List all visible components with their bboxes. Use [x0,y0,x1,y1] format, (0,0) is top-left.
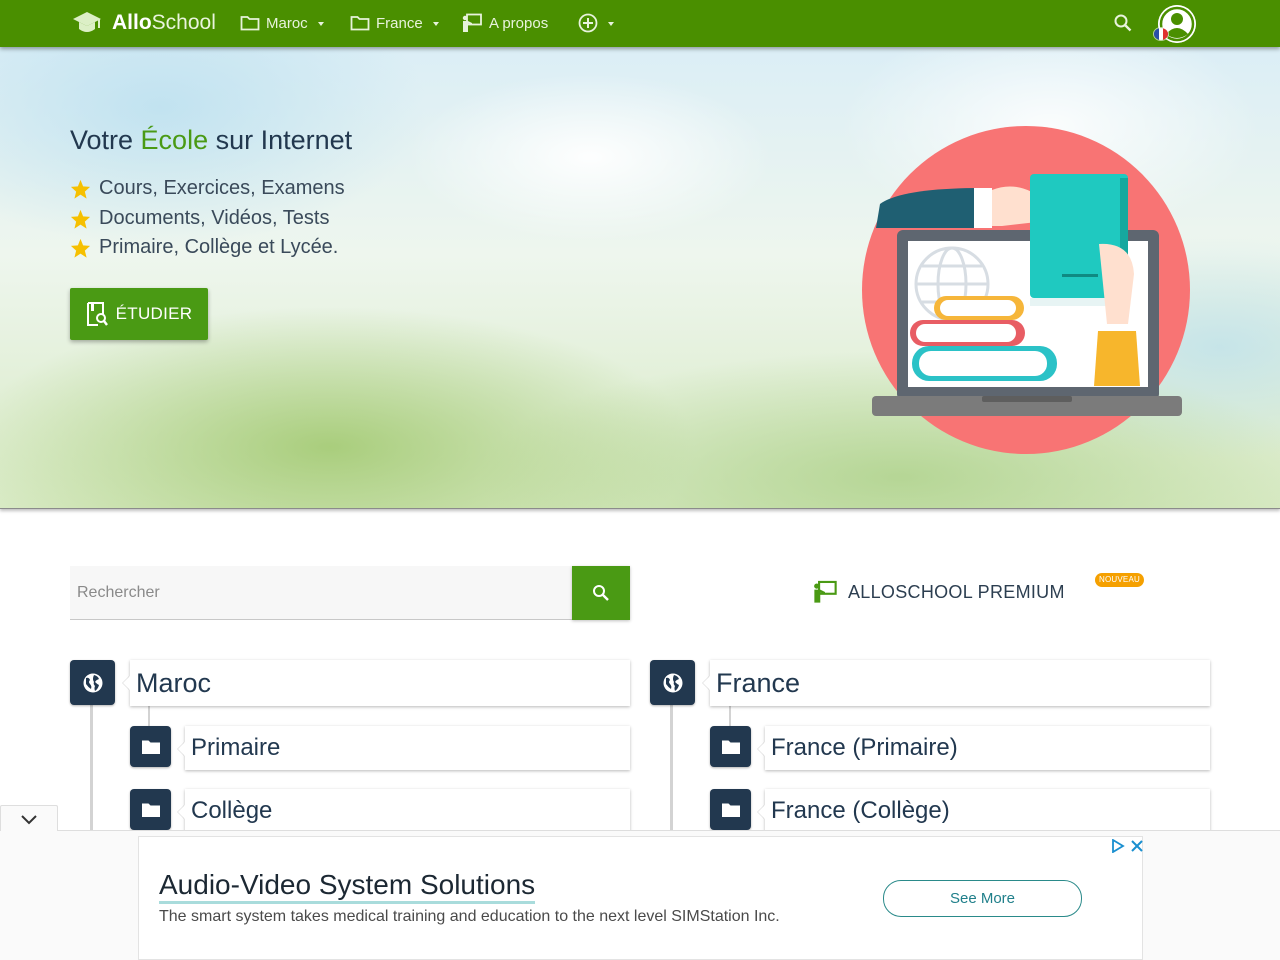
tree-node-france-primaire-label: France (Primaire) [771,734,958,761]
globe-icon [83,673,102,692]
brand-logo[interactable]: AlloSchool [72,9,216,37]
maroc-node-icon[interactable] [70,660,115,705]
tree-node-college-label: Collège [191,797,273,824]
nav-menu-maroc[interactable]: Maroc [240,12,324,34]
plus-circle-icon [578,13,598,33]
tree-node-maroc-label: Maroc [136,667,212,698]
ad-headline[interactable]: Audio-Video System Solutions [159,869,536,904]
hero-title-highlight: École [140,125,209,155]
book-search-icon [86,302,108,326]
close-icon[interactable] [1131,840,1143,852]
tree-node-france-label: France [716,667,801,698]
folder-icon [721,740,740,754]
ad-choices-icon[interactable] [1111,839,1125,853]
top-navbar: AlloSchool Maroc France A propos [0,0,1280,47]
hero-title: Votre École sur Internet [70,125,352,156]
tree-connector [670,705,673,835]
folder-icon [141,803,160,817]
hero-feature-text: Cours, Exercices, Examens [99,177,345,199]
nav-menu-france-label: France [376,14,423,32]
search-icon [1114,14,1132,32]
hero-banner: Votre École sur Internet Cours, Exercice… [0,47,1280,509]
study-button-label: ÉTUDIER [115,304,193,323]
nav-menu-maroc-label: Maroc [266,14,308,32]
brand-name: AlloSchool [112,11,216,35]
chevron-down-icon [317,22,324,26]
folder-icon [240,16,260,31]
tree-node-maroc[interactable]: Maroc [130,660,630,706]
hero-feature: Cours, Exercices, Examens [70,177,345,200]
study-button[interactable]: ÉTUDIER [70,288,208,340]
presenter-icon [814,580,837,603]
search-bar [70,566,630,620]
folder-icon [141,740,160,754]
france-node-icon[interactable] [650,660,695,705]
hero-feature: Primaire, Collège et Lycée. [70,236,338,259]
star-icon [70,179,91,199]
search-submit-button[interactable] [572,566,630,620]
france-college-node-icon[interactable] [710,789,751,830]
new-badge: NOUVEAU [1095,573,1144,587]
globe-icon [663,673,682,692]
tree-node-primaire-label: Primaire [191,734,281,761]
ad-choices [1111,839,1143,853]
college-node-icon[interactable] [130,789,171,830]
chevron-down-icon [21,814,37,824]
tree-node-primaire[interactable]: Primaire [185,726,630,770]
ad-collapse-toggle[interactable] [0,805,58,831]
nav-search-button[interactable] [1112,12,1134,34]
star-icon [70,209,91,229]
hero-feature-text: Primaire, Collège et Lycée. [99,236,339,258]
nav-link-a-propos-label: A propos [489,14,549,32]
tree-node-france[interactable]: France [710,660,1210,706]
premium-label: ALLOSCHOOL PREMIUM [848,581,1065,602]
chevron-down-icon [608,22,614,26]
france-primaire-node-icon[interactable] [710,726,751,767]
chevron-down-icon [432,22,439,26]
brand-name-bold: Allo [112,11,152,34]
nav-add-menu[interactable] [578,12,614,34]
presenter-icon [462,13,482,32]
tree-node-france-college-label: France (Collège) [771,797,950,824]
tree-connector [729,705,731,727]
hero-feature-text: Documents, Vidéos, Tests [99,207,330,229]
search-icon [593,585,609,601]
tree-node-college[interactable]: Collège [185,789,630,833]
premium-link[interactable]: ALLOSCHOOL PREMIUM [812,578,1065,606]
star-icon [70,238,91,258]
tree-node-france-college[interactable]: France (Collège) [765,789,1210,833]
tree-connector [148,705,150,727]
primaire-node-icon[interactable] [130,726,171,767]
search-input[interactable] [70,566,572,620]
laptop-books-illustration [862,126,1190,454]
hero-title-start: Votre [70,125,141,155]
brand-name-light: School [151,11,216,34]
ad-description: The smart system takes medical training … [159,908,780,925]
hero-feature: Documents, Vidéos, Tests [70,207,330,230]
ad-see-more-button[interactable]: See More [883,880,1082,917]
language-flag-icon[interactable] [1154,28,1168,40]
graduation-cap-icon [73,12,101,32]
folder-icon [350,16,370,31]
tree-connector [90,705,93,835]
tree-node-france-primaire[interactable]: France (Primaire) [765,726,1210,770]
nav-menu-france[interactable]: France [350,12,439,34]
nav-link-a-propos[interactable]: A propos [461,12,548,34]
folder-icon [721,803,740,817]
hero-title-end: sur Internet [208,125,353,155]
ad-card[interactable]: Audio-Video System Solutions The smart s… [138,836,1143,960]
